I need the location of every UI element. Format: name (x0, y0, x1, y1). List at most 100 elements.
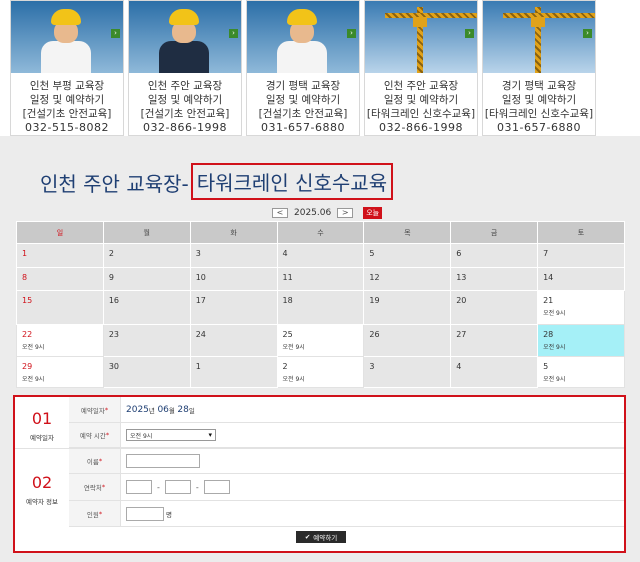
reserve-button[interactable]: ✔ 예약하기 (296, 531, 346, 543)
card-phone: 032-515-8082 (25, 121, 109, 134)
people-value-cell: 명 (121, 501, 624, 526)
day-number: 14 (543, 273, 554, 282)
calendar-day: 6 (450, 243, 539, 268)
calendar-day-selected[interactable]: 28 오전 9시 (537, 324, 625, 357)
time-slot-link[interactable]: 오전 9시 (543, 308, 619, 317)
crane-cab (531, 17, 545, 27)
day-number: 2 (282, 362, 288, 371)
time-slot-link[interactable]: 오전 9시 (543, 374, 619, 383)
chevron-right-icon[interactable]: › (111, 29, 120, 38)
calendar-day: 27 (450, 324, 539, 357)
name-input[interactable] (126, 454, 200, 468)
reservation-form: 01 예약일자 02 예약자 정보 예약일자 * 2025 년 06 월 28 일 예약… (13, 395, 626, 553)
time-slot-link[interactable]: 오전 9시 (22, 374, 98, 383)
people-input[interactable] (126, 506, 164, 521)
calendar-day: 17 (189, 290, 278, 325)
date-day-unit: 일 (188, 406, 195, 415)
date-row: 예약일자 * 2025 년 06 월 28 일 (69, 397, 624, 423)
month-navigation: < 2025.06 > 오늘 (272, 207, 383, 219)
crane-jib (385, 13, 477, 18)
day-number: 8 (22, 273, 28, 282)
time-value-cell: 오전 9시 ▾ (121, 423, 624, 447)
date-month: 06 (157, 404, 169, 415)
day-number: 13 (456, 273, 467, 282)
chevron-right-icon[interactable]: › (583, 29, 592, 38)
chevron-right-icon[interactable]: › (229, 29, 238, 38)
time-select[interactable]: 오전 9시 ▾ (126, 429, 216, 441)
weekday-header-row: 일월화수목금토 (16, 221, 625, 244)
name-row: 이름 * (69, 449, 624, 474)
card-line: [건설기초 안전교육] (140, 108, 230, 120)
time-slot-link[interactable]: 오전 9시 (283, 342, 359, 351)
current-month-label: 2025.06 (294, 208, 332, 218)
reserve-button-label: 예약하기 (313, 534, 338, 542)
step-2-label: 예약자 정보 (26, 498, 58, 506)
required-mark: * (105, 431, 110, 439)
card-text: 인천 주안 교육장 일정 및 예약하기 [건설기초 안전교육] 032-866-199… (129, 73, 241, 135)
location-card[interactable]: › 인천 주안 교육장 일정 및 예약하기 [건설기초 안전교육] 032-866-19… (128, 0, 242, 136)
card-text: 경기 평택 교육장 일정 및 예약하기 [건설기초 안전교육] 031-657-688… (247, 73, 359, 135)
card-line: 일정 및 예약하기 (501, 94, 577, 106)
calendar-day[interactable]: 22 오전 9시 (16, 324, 104, 357)
time-label-text: 예약 시간 (79, 432, 106, 440)
today-button[interactable]: 오늘 (363, 207, 383, 219)
calendar-day: 11 (276, 267, 365, 291)
calendar-day: 14 (537, 267, 625, 291)
phone-input-3[interactable] (203, 480, 230, 494)
phone-separator: - (195, 482, 199, 492)
step-2-number: 02 (31, 473, 53, 492)
name-label-text: 이름 (86, 458, 99, 466)
worker-figure (277, 9, 327, 73)
time-slot-link[interactable]: 오전 9시 (543, 342, 619, 351)
hard-hat (287, 9, 317, 25)
calendar-week-row: 22 오전 9시 23 24 25 오전 9시 26 27 28 오전 9시 (16, 324, 625, 357)
required-mark: * (98, 509, 103, 518)
weekday-header: 화 (189, 221, 278, 244)
chevron-right-icon[interactable]: › (465, 29, 474, 38)
phone-input-1[interactable] (126, 480, 152, 494)
card-text: 인천 부평 교육장 일정 및 예약하기 [건설기초 안전교육] 032-515-808… (11, 73, 123, 135)
phone-row: 연락처 * - - (69, 474, 624, 501)
worker-image: › (129, 1, 241, 73)
calendar-day: 16 (102, 290, 191, 325)
day-number: 25 (282, 330, 293, 339)
step-1: 01 예약일자 (15, 409, 69, 442)
chevron-right-icon[interactable]: › (347, 29, 356, 38)
calendar-day: 24 (189, 324, 278, 357)
weekday-header: 수 (276, 221, 365, 244)
calendar-day: 20 (450, 290, 539, 325)
day-number: 3 (369, 362, 375, 371)
card-line: 인천 주안 교육장 (383, 80, 459, 92)
card-line: 경기 평택 교육장 (501, 80, 577, 92)
worker-body (277, 41, 327, 73)
calendar-day[interactable]: 5 오전 9시 (537, 356, 625, 388)
time-slot-link[interactable]: 오전 9시 (283, 374, 359, 383)
calendar-day[interactable]: 2 오전 9시 (276, 356, 365, 388)
people-unit: 명 (166, 510, 172, 519)
weekday-header: 일 (16, 221, 104, 244)
calendar-day[interactable]: 21 오전 9시 (537, 290, 625, 325)
calendar-day: 12 (363, 267, 452, 291)
phone-separator: - (157, 482, 160, 492)
worker-body (159, 41, 209, 73)
phone-input-2[interactable] (164, 480, 191, 494)
time-slot-link[interactable]: 오전 9시 (22, 342, 98, 351)
day-number: 15 (22, 296, 33, 305)
location-card[interactable]: › 경기 평택 교육장 일정 및 예약하기 [건설기초 안전교육] 031-657-68… (246, 0, 360, 136)
page-title-location: 인천 주안 교육장- (40, 171, 189, 196)
step-1-number: 01 (31, 409, 53, 428)
prev-month-button[interactable]: < (272, 208, 288, 218)
location-card[interactable]: › 인천 부평 교육장 일정 및 예약하기 [건설기초 안전교육] 032-515-80… (10, 0, 124, 136)
date-year-unit: 년 (148, 406, 155, 415)
time-label: 예약 시간 * (69, 423, 121, 447)
calendar-day[interactable]: 25 오전 9시 (276, 324, 365, 357)
calendar-day: 1 (16, 243, 104, 268)
location-card[interactable]: › 경기 평택 교육장 일정 및 예약하기 [타워크레인 신호수교육] 031-657-… (482, 0, 596, 136)
day-number: 28 (543, 330, 554, 339)
calendar-day[interactable]: 29 오전 9시 (16, 356, 104, 388)
date-month-unit: 월 (168, 406, 175, 415)
location-card[interactable]: › 인천 주안 교육장 일정 및 예약하기 [타워크레인 신호수교육] 032-866-… (364, 0, 478, 136)
day-number: 1 (195, 362, 201, 371)
day-number: 22 (22, 330, 33, 339)
next-month-button[interactable]: > (337, 208, 354, 218)
